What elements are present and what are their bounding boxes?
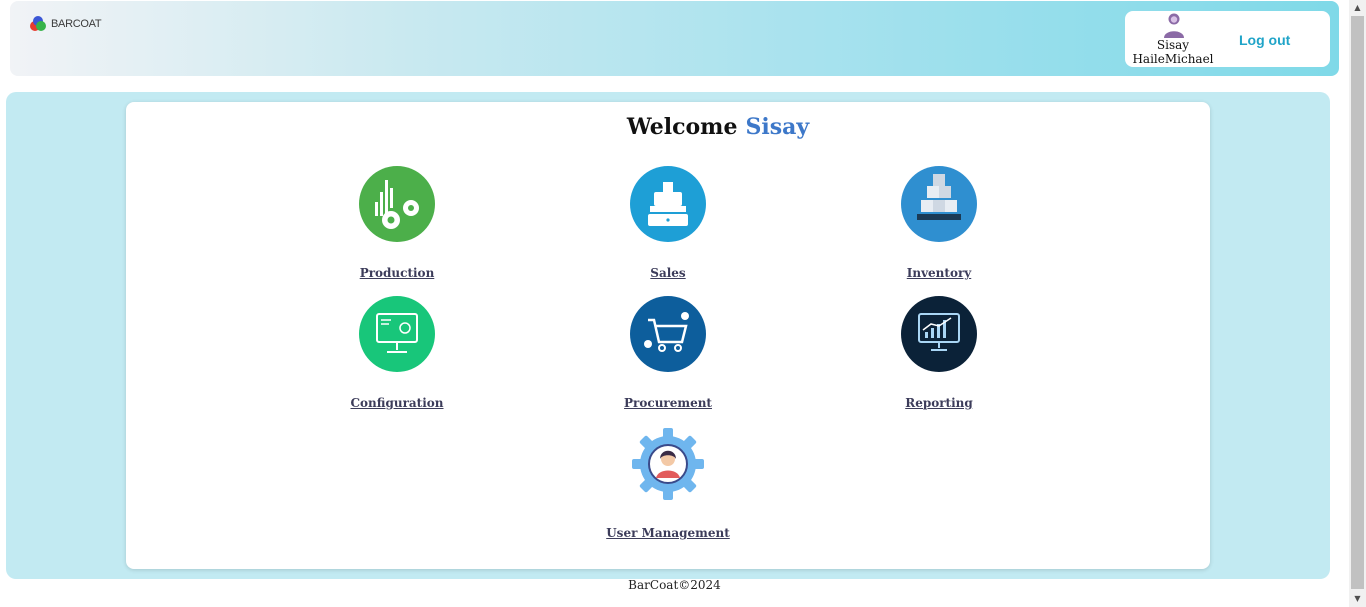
module-configuration-label[interactable]: Configuration [307,396,487,410]
welcome-heading: Welcome Sisay [126,114,1310,140]
scroll-up-arrow-icon[interactable]: ▲ [1349,0,1366,16]
configuration-monitor-icon[interactable] [359,296,435,372]
module-procurement-label[interactable]: Procurement [578,396,758,410]
module-inventory-label[interactable]: Inventory [849,266,1029,280]
welcome-user-name: Sisay [745,114,810,140]
user-avatar-icon[interactable] [1163,12,1185,38]
logo[interactable]: BARCOAT [27,15,102,33]
user-panel: Sisay HaileMichael Log out [1125,11,1330,67]
user-last-name: HaileMichael [1132,52,1214,66]
reporting-chart-icon[interactable] [901,296,977,372]
module-procurement[interactable]: Procurement [578,296,758,410]
barcoat-logo-icon [30,16,46,31]
cash-register-icon[interactable] [630,166,706,242]
module-user-management-label[interactable]: User Management [578,526,758,540]
module-user-management[interactable]: User Management [578,426,758,540]
module-reporting[interactable]: Reporting [849,296,1029,410]
welcome-greeting: Welcome [626,114,738,140]
module-inventory[interactable]: Inventory [849,166,1029,280]
module-sales-label[interactable]: Sales [578,266,758,280]
module-production-label[interactable]: Production [307,266,487,280]
production-gears-icon[interactable] [359,166,435,242]
shopping-cart-icon[interactable] [630,296,706,372]
user-first-name: Sisay [1156,38,1190,52]
logout-link[interactable]: Log out [1239,32,1290,48]
dashboard-card: Welcome Sisay Production Sales Inventory… [126,102,1210,569]
header-bar: BARCOAT Sisay HaileMichael Log out [10,1,1339,76]
user-management-gear-icon[interactable] [630,426,706,502]
scrollbar-thumb[interactable] [1351,16,1364,589]
user-name: Sisay HaileMichael [1125,38,1221,66]
module-production[interactable]: Production [307,166,487,280]
module-sales[interactable]: Sales [578,166,758,280]
scroll-down-arrow-icon[interactable]: ▼ [1349,591,1366,607]
module-configuration[interactable]: Configuration [307,296,487,410]
logo-text: BARCOAT [51,18,102,30]
inventory-boxes-icon[interactable] [901,166,977,242]
module-reporting-label[interactable]: Reporting [849,396,1029,410]
vertical-scrollbar[interactable]: ▲ ▼ [1349,0,1366,607]
footer-copyright: BarCoat©2024 [628,578,721,592]
